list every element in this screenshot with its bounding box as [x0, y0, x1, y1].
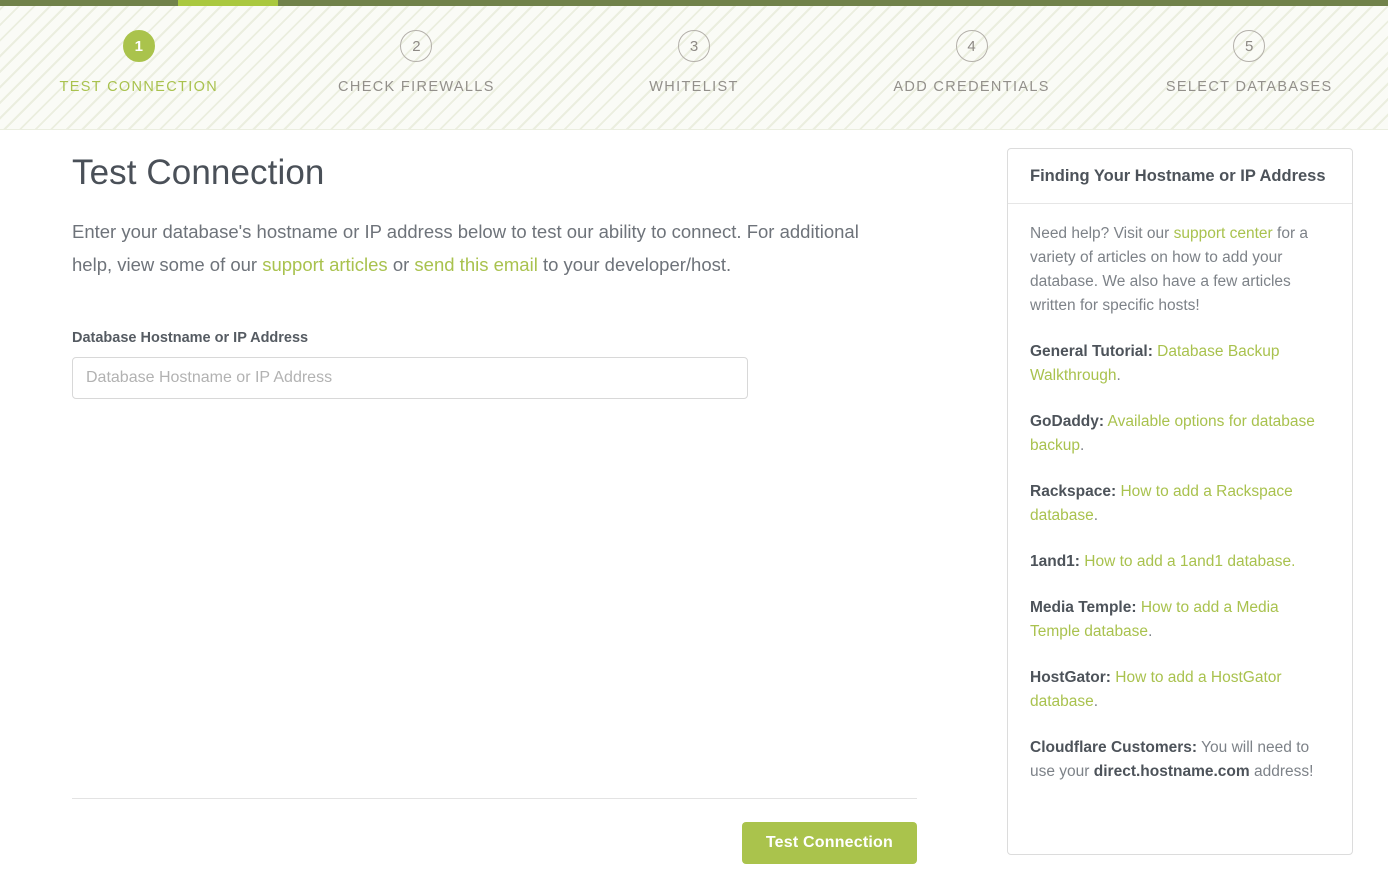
step-number-badge: 3 [678, 30, 710, 62]
step-label: TEST CONNECTION [60, 79, 219, 95]
help-entry-cloudflare: Cloudflare Customers: You will need to u… [1030, 736, 1330, 784]
help-entry-tail: . [1116, 367, 1120, 384]
wizard-step-select-databases[interactable]: 5 SELECT DATABASES [1110, 30, 1388, 95]
main-column: Test Connection Enter your database's ho… [72, 152, 918, 399]
intro-text-3: to your developer/host. [538, 254, 731, 275]
send-this-email-link[interactable]: send this email [414, 254, 537, 275]
hostname-field-label: Database Hostname or IP Address [72, 330, 918, 346]
help-entry-tail: . [1094, 693, 1098, 710]
step-number-badge: 4 [956, 30, 988, 62]
help-entry-host: HostGator: [1030, 669, 1111, 686]
footer-actions: Test Connection [72, 822, 917, 864]
help-entry-media-temple: Media Temple: How to add a Media Temple … [1030, 596, 1330, 644]
help-entry-godaddy: GoDaddy: Available options for database … [1030, 410, 1330, 458]
test-connection-button[interactable]: Test Connection [742, 822, 917, 864]
page-title: Test Connection [72, 152, 918, 194]
help-entry-host: Media Temple: [1030, 599, 1137, 616]
wizard-header: 1 TEST CONNECTION 2 CHECK FIREWALLS 3 WH… [0, 0, 1388, 130]
wizard-step-whitelist[interactable]: 3 WHITELIST [555, 30, 833, 95]
help-entry-general-tutorial: General Tutorial: Database Backup Walkth… [1030, 340, 1330, 388]
help-card: Finding Your Hostname or IP Address Need… [1007, 148, 1353, 855]
step-label: WHITELIST [649, 79, 739, 95]
cloudflare-text-2: address! [1250, 763, 1314, 780]
step-number-badge: 1 [123, 30, 155, 62]
help-entry-1and1: 1and1: How to add a 1and1 database. [1030, 550, 1330, 574]
help-entry-tail: . [1148, 623, 1152, 640]
help-entry-tail: . [1094, 507, 1098, 524]
hostname-field-block: Database Hostname or IP Address [72, 330, 918, 399]
help-entry-host: GoDaddy: [1030, 413, 1104, 430]
support-center-link[interactable]: support center [1174, 225, 1273, 242]
help-entry-host: Cloudflare Customers: [1030, 739, 1197, 756]
help-card-header: Finding Your Hostname or IP Address [1008, 149, 1352, 204]
page-body: Test Connection Enter your database's ho… [0, 130, 1388, 890]
step-number-badge: 5 [1233, 30, 1265, 62]
wizard-step-add-credentials[interactable]: 4 ADD CREDENTIALS [833, 30, 1111, 95]
help-card-body: Need help? Visit our support center for … [1008, 204, 1352, 804]
cloudflare-hostname: direct.hostname.com [1094, 763, 1250, 780]
help-entry-link[interactable]: How to add a 1and1 database. [1080, 553, 1295, 570]
help-entry-host: General Tutorial: [1030, 343, 1153, 360]
footer-divider [72, 798, 917, 799]
intro-paragraph: Enter your database's hostname or IP add… [72, 216, 904, 282]
step-number-badge: 2 [400, 30, 432, 62]
wizard-steps: 1 TEST CONNECTION 2 CHECK FIREWALLS 3 WH… [0, 0, 1388, 130]
support-articles-link[interactable]: support articles [262, 254, 387, 275]
hostname-input[interactable] [72, 357, 748, 399]
help-intro-paragraph: Need help? Visit our support center for … [1030, 222, 1330, 318]
help-entry-host: 1and1: [1030, 553, 1080, 570]
step-label: SELECT DATABASES [1166, 79, 1333, 95]
help-entry-rackspace: Rackspace: How to add a Rackspace databa… [1030, 480, 1330, 528]
help-intro-text-1: Need help? Visit our [1030, 225, 1174, 242]
help-entry-host: Rackspace: [1030, 483, 1116, 500]
help-entry-tail: . [1080, 437, 1084, 454]
intro-text-2: or [388, 254, 415, 275]
wizard-step-test-connection[interactable]: 1 TEST CONNECTION [0, 30, 278, 95]
wizard-step-check-firewalls[interactable]: 2 CHECK FIREWALLS [278, 30, 556, 95]
help-card-title: Finding Your Hostname or IP Address [1030, 167, 1330, 186]
step-label: ADD CREDENTIALS [893, 79, 1049, 95]
help-entry-hostgator: HostGator: How to add a HostGator databa… [1030, 666, 1330, 714]
step-label: CHECK FIREWALLS [338, 79, 495, 95]
